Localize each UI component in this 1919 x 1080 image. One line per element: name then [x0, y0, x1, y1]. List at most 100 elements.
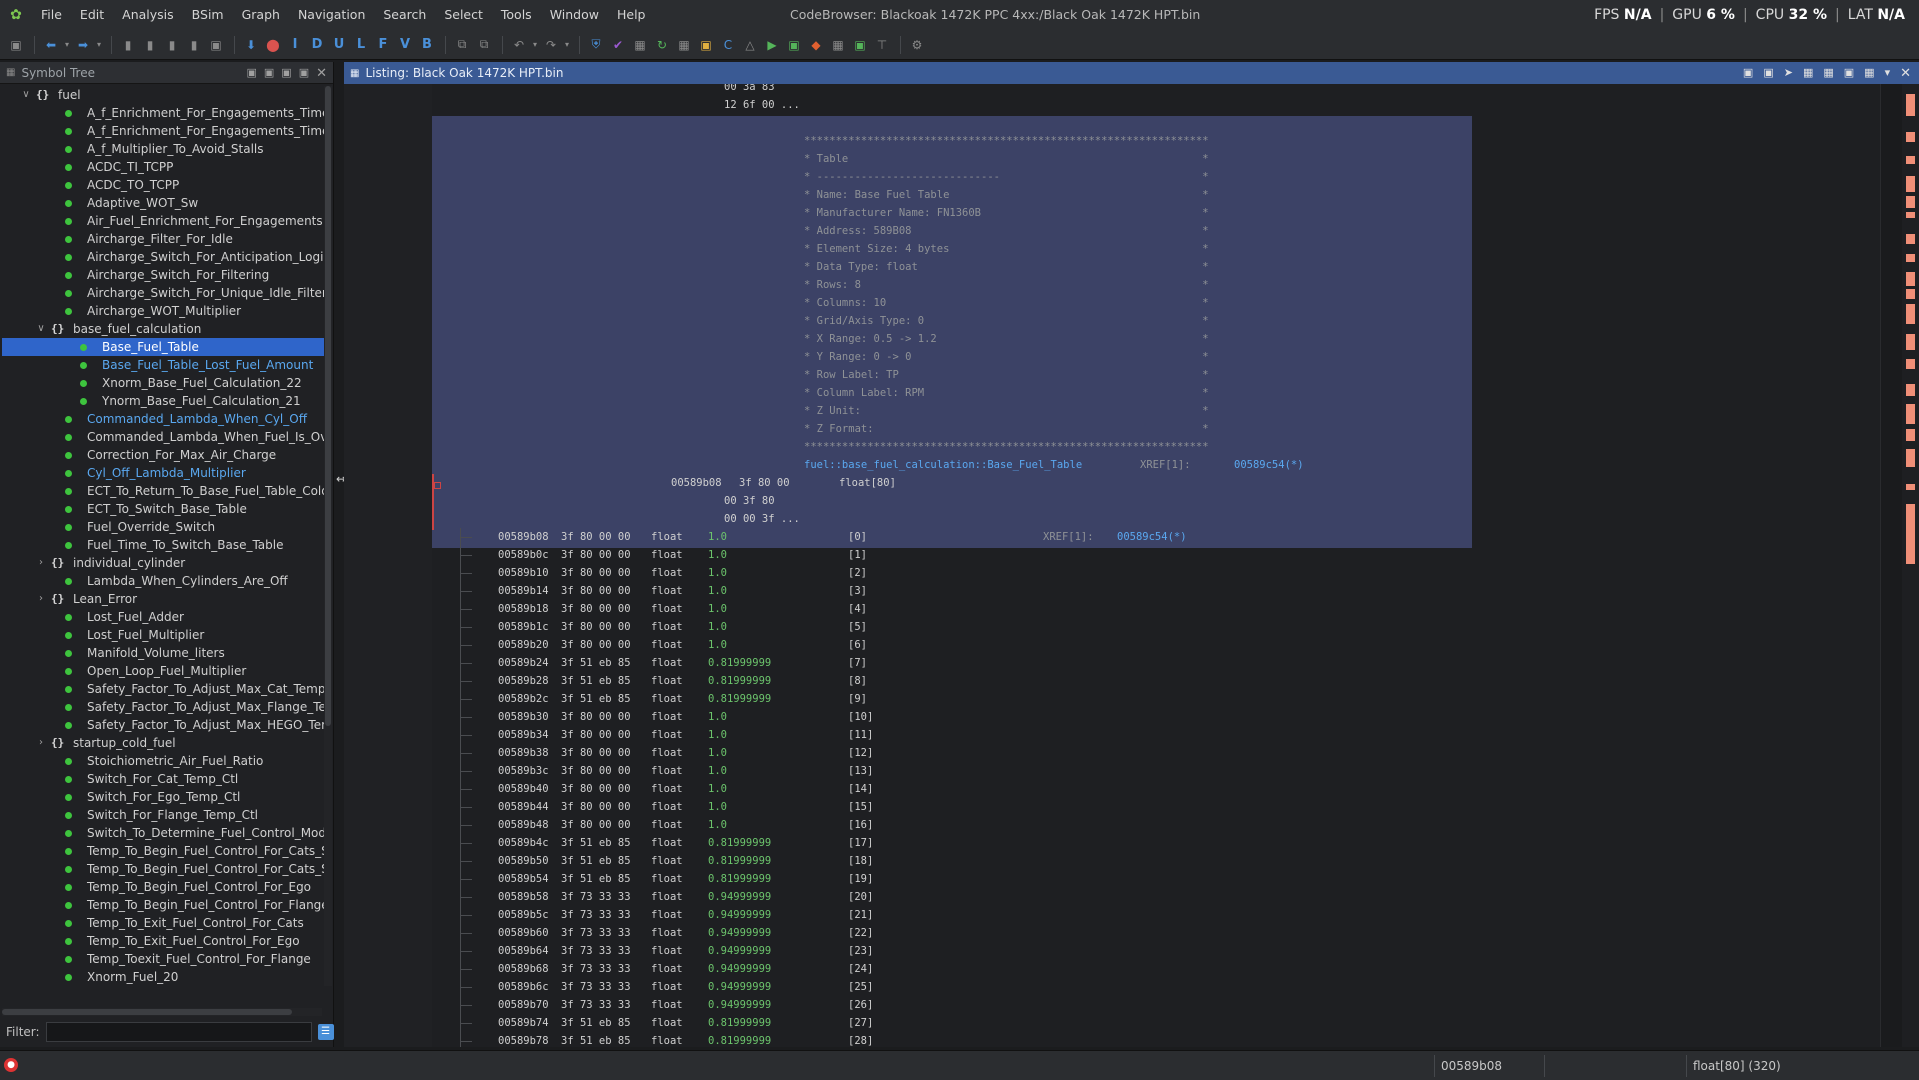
chevron-right-icon[interactable]: ›: [35, 734, 47, 752]
shield-icon[interactable]: ⛨: [586, 35, 606, 55]
tree-symbol[interactable]: Temp_To_Begin_Fuel_Control_For_Cats_Stag…: [2, 842, 324, 860]
chevron-down-icon[interactable]: ▾: [531, 35, 539, 55]
overview-marker[interactable]: [1906, 334, 1915, 350]
chevron-down-icon[interactable]: ▾: [95, 35, 103, 55]
tree-symbol[interactable]: ACDC_TI_TCPP: [2, 158, 324, 176]
next-function-icon[interactable]: ▣: [206, 35, 226, 55]
overview-marker[interactable]: [1906, 289, 1915, 299]
filter-options-icon[interactable]: ☰: [317, 1024, 334, 1040]
menu-file[interactable]: File: [32, 0, 71, 30]
tree-namespace[interactable]: › {} Lean_Error: [2, 590, 324, 608]
overview-marker[interactable]: [1906, 484, 1915, 490]
image-icon[interactable]: ▣: [850, 35, 870, 55]
options-icon[interactable]: ▦: [1864, 66, 1874, 81]
menu-help[interactable]: Help: [608, 0, 655, 30]
tree-namespace[interactable]: ∨ {} fuel: [2, 86, 324, 104]
tree-symbol[interactable]: Switch_For_Cat_Temp_Ctl: [2, 770, 324, 788]
tree-symbol[interactable]: Temp_Toexit_Fuel_Control_For_Flange: [2, 950, 324, 968]
overview-marker[interactable]: [1906, 176, 1915, 192]
tree-symbol[interactable]: A_f_Enrichment_For_Engagements_Time_Rev: [2, 122, 324, 140]
c-decompile-icon[interactable]: C: [718, 35, 738, 55]
navigate-d-button[interactable]: D: [307, 35, 327, 55]
tree-symbol[interactable]: Aircharge_Switch_For_Anticipation_Logic: [2, 248, 324, 266]
next-label-icon[interactable]: ▮: [184, 35, 204, 55]
tree-namespace[interactable]: ∨ {} base_fuel_calculation: [2, 320, 324, 338]
tree-symbol[interactable]: Aircharge_WOT_Multiplier: [2, 302, 324, 320]
tree-symbol[interactable]: Cyl_Off_Lambda_Multiplier: [2, 464, 324, 482]
next-instruction-icon[interactable]: ▮: [118, 35, 138, 55]
cursor-icon[interactable]: ➤: [1784, 66, 1793, 81]
snapshot-icon[interactable]: ▣: [1844, 66, 1854, 81]
forward-arrow-icon[interactable]: ➡: [73, 35, 93, 55]
collapse-marker[interactable]: [434, 482, 441, 489]
tree-symbol[interactable]: Open_Loop_Fuel_Multiplier: [2, 662, 324, 680]
chevron-down-icon[interactable]: ▾: [63, 35, 71, 55]
menu-analysis[interactable]: Analysis: [113, 0, 183, 30]
tree-symbol[interactable]: Temp_To_Exit_Fuel_Control_For_Cats: [2, 914, 324, 932]
graph-icon[interactable]: △: [740, 35, 760, 55]
navigate-f-button[interactable]: F: [373, 35, 393, 55]
menu-edit[interactable]: Edit: [71, 0, 113, 30]
tree-symbol[interactable]: Fuel_Override_Switch: [2, 518, 324, 536]
menu-navigation[interactable]: Navigation: [289, 0, 374, 30]
menu-bsim[interactable]: BSim: [183, 0, 233, 30]
navigate-u-button[interactable]: U: [329, 35, 349, 55]
listing-body[interactable]: 00 3a 83 12 6f 00 ... ********************…: [432, 84, 1880, 1047]
panel-splitter[interactable]: ↔: [336, 62, 346, 1047]
overview-marker[interactable]: [1906, 132, 1915, 142]
chevron-down-icon[interactable]: ∨: [35, 320, 47, 338]
field-layout-icon[interactable]: ▦: [1803, 66, 1813, 81]
folder-icon[interactable]: ▣: [696, 35, 716, 55]
overview-marker[interactable]: [1906, 504, 1915, 564]
chevron-right-icon[interactable]: ›: [35, 554, 47, 572]
overview-marker[interactable]: [1906, 156, 1915, 164]
tree-symbol[interactable]: Switch_For_Ego_Temp_Ctl: [2, 788, 324, 806]
chevron-down-icon[interactable]: ▾: [563, 35, 571, 55]
tree-symbol[interactable]: Ynorm_Base_Fuel_Calculation_21: [2, 392, 324, 410]
create-class-icon[interactable]: ▣: [264, 66, 274, 81]
refresh-icon[interactable]: ↻: [652, 35, 672, 55]
tree-namespace[interactable]: › {} startup_cold_fuel: [2, 734, 324, 752]
overview-marker[interactable]: [1906, 304, 1915, 324]
navigate-i-button[interactable]: I: [285, 35, 305, 55]
navigate-v-button[interactable]: V: [395, 35, 415, 55]
tree-symbol[interactable]: ACDC_TO_TCPP: [2, 176, 324, 194]
listing-vertical-scrollbar[interactable]: [1880, 84, 1902, 1047]
snapshot-icon[interactable]: ▣: [299, 66, 309, 81]
xref-address[interactable]: 00589c54(*): [1117, 528, 1187, 546]
tree-symbol[interactable]: ECT_To_Return_To_Base_Fuel_Table_Cold: [2, 482, 324, 500]
split-view-icon[interactable]: ▦: [1823, 66, 1833, 81]
tree-symbol[interactable]: Temp_To_Begin_Fuel_Control_For_Cats_Stag…: [2, 860, 324, 878]
down-arrow-icon[interactable]: ⬇: [241, 35, 261, 55]
next-undefined-icon[interactable]: ▮: [162, 35, 182, 55]
close-icon[interactable]: ✕: [316, 66, 327, 81]
tree-symbol[interactable]: Safety_Factor_To_Adjust_Max_Flange_Temp: [2, 698, 324, 716]
tree-symbol[interactable]: Lost_Fuel_Adder: [2, 608, 324, 626]
copy-icon[interactable]: ⧉: [452, 35, 472, 55]
tree-symbol[interactable]: Xnorm_Fuel_20: [2, 968, 324, 986]
redo-icon[interactable]: ↷: [541, 35, 561, 55]
link-icon[interactable]: ▣: [281, 66, 291, 81]
tree-symbol[interactable]: Temp_To_Begin_Fuel_Control_For_Ego: [2, 878, 324, 896]
play-icon[interactable]: ▶: [762, 35, 782, 55]
tree-symbol[interactable]: Commanded_Lambda_When_Cyl_Off: [2, 410, 324, 428]
copy-icon[interactable]: ▣: [1743, 66, 1753, 81]
tree-namespace[interactable]: › {} individual_cylinder: [2, 554, 324, 572]
diamond-icon[interactable]: ◆: [806, 35, 826, 55]
overview-marker[interactable]: [1906, 449, 1915, 467]
tree-icon[interactable]: ⊤: [872, 35, 892, 55]
filter-input[interactable]: [45, 1022, 312, 1042]
tree-symbol[interactable]: Xnorm_Base_Fuel_Calculation_22: [2, 374, 324, 392]
tree-symbol[interactable]: A_f_Enrichment_For_Engagements_Time_For: [2, 104, 324, 122]
tree-symbol[interactable]: Safety_Factor_To_Adjust_Max_Cat_Temp: [2, 680, 324, 698]
check-icon[interactable]: ✔: [608, 35, 628, 55]
tree-symbol[interactable]: Temp_To_Begin_Fuel_Control_For_Flange_St…: [2, 896, 324, 914]
plugin-icon[interactable]: ⚙: [907, 35, 927, 55]
tree-symbol[interactable]: Switch_For_Flange_Temp_Ctl: [2, 806, 324, 824]
console-icon[interactable]: ●: [4, 1058, 18, 1072]
symbol-tree-vertical-scrollbar[interactable]: [324, 86, 332, 986]
overview-marker[interactable]: [1906, 272, 1915, 286]
table-icon[interactable]: ▦: [828, 35, 848, 55]
stop-icon[interactable]: ⬤: [263, 35, 283, 55]
overview-marker[interactable]: [1906, 384, 1915, 396]
